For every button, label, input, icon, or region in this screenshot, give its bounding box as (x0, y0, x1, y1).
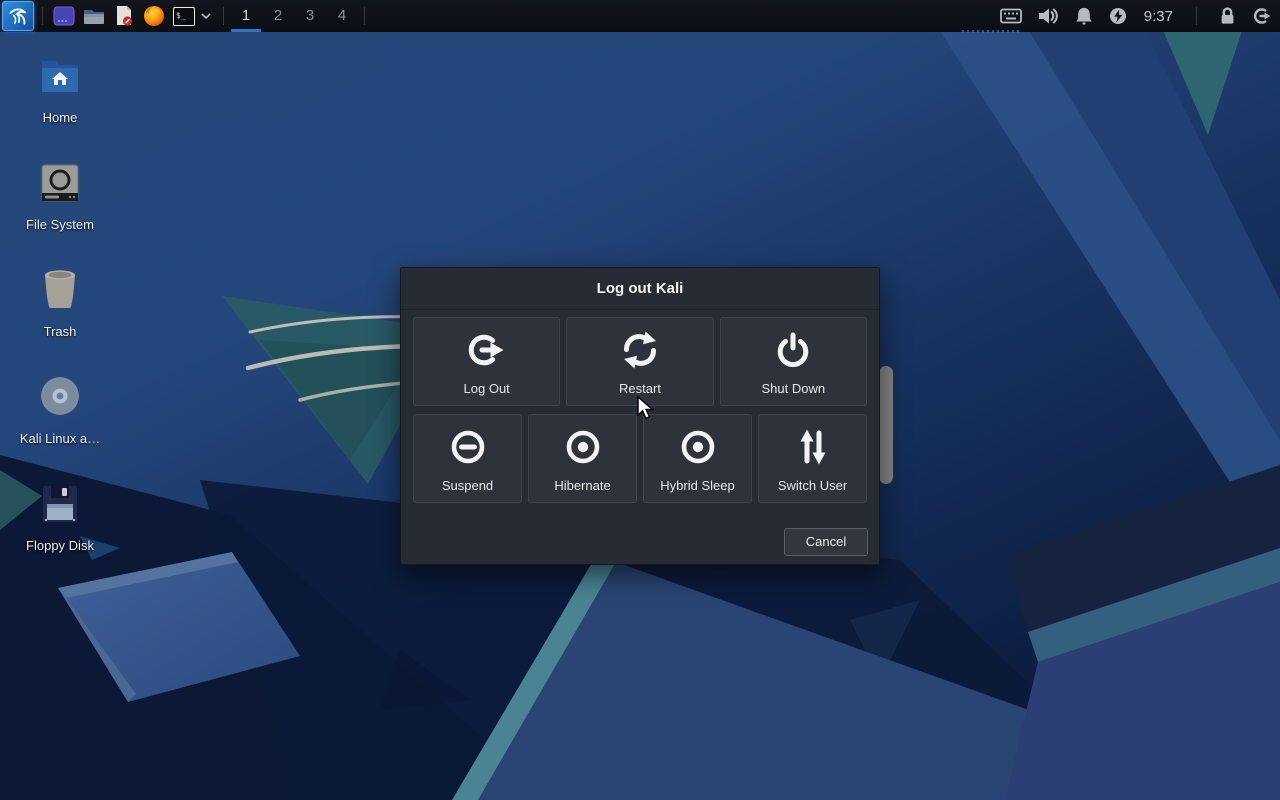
suspend-icon (446, 425, 490, 469)
bell-icon (1074, 6, 1094, 26)
desktop-icon-home[interactable]: Home (6, 52, 114, 125)
volume-button[interactable] (1037, 0, 1059, 32)
notifications-button[interactable] (1074, 0, 1094, 32)
launcher-text-editor-button[interactable] (109, 1, 139, 31)
hybrid-sleep-icon (676, 425, 720, 469)
top-panel: $_ 1 2 3 4 (0, 0, 1280, 32)
hybrid-sleep-button[interactable]: Hybrid Sleep (643, 414, 752, 503)
desktop-icon-label: Kali Linux a… (6, 431, 114, 446)
desktop-icon-floppy[interactable]: Floppy Disk (6, 480, 114, 553)
launcher-file-manager-button[interactable] (79, 1, 109, 31)
document-icon (113, 5, 135, 27)
dialog-actions-row-2: Suspend Hibernate Hybrid Sleep Switch (413, 414, 867, 503)
lock-icon (1218, 6, 1237, 26)
action-label: Hibernate (529, 478, 636, 493)
log-out-button[interactable]: Log Out (413, 317, 560, 406)
switch-user-button[interactable]: Switch User (758, 414, 867, 503)
power-manager-button[interactable] (1109, 0, 1127, 32)
panel-separator (364, 7, 365, 25)
terminal-icon: $_ (173, 7, 195, 26)
shut-down-button[interactable]: Shut Down (720, 317, 867, 406)
action-label: Hybrid Sleep (644, 478, 751, 493)
logout-icon (1252, 6, 1272, 26)
keyboard-icon (1000, 8, 1022, 24)
suspend-button[interactable]: Suspend (413, 414, 522, 503)
desktop-icon-kali-cd[interactable]: Kali Linux a… (6, 373, 114, 446)
action-label: Restart (567, 381, 712, 396)
panel-graph-dots (962, 30, 1020, 33)
restart-button[interactable]: Restart (566, 317, 713, 406)
home-folder-icon (39, 56, 81, 96)
panel-right-group: 9:37 (1000, 0, 1272, 32)
launcher-firefox-button[interactable] (139, 1, 169, 31)
action-label: Shut Down (721, 381, 866, 396)
cancel-button[interactable]: Cancel (784, 528, 868, 556)
volume-icon (1037, 6, 1059, 26)
desktop-icon-label: File System (6, 217, 114, 232)
kali-menu-button[interactable] (2, 1, 34, 31)
desktop-icon-label: Floppy Disk (6, 538, 114, 553)
restart-icon (618, 328, 662, 372)
action-label: Switch User (759, 478, 866, 493)
shut-down-icon (771, 328, 815, 372)
lock-screen-button[interactable] (1218, 0, 1237, 32)
kali-logo-icon (5, 3, 31, 29)
action-label: Suspend (414, 478, 521, 493)
panel-separator (1196, 7, 1197, 25)
launcher-terminal-button[interactable]: $_ (169, 1, 199, 31)
workspace-button-2[interactable]: 2 (262, 0, 294, 32)
background-window-scrollbar[interactable] (879, 366, 893, 484)
terminal-dropdown-button[interactable] (201, 13, 211, 19)
desktop-icon-file-system[interactable]: File System (6, 159, 114, 232)
hibernate-icon (561, 425, 605, 469)
folder-icon (82, 6, 106, 26)
mouse-cursor (637, 396, 657, 422)
chevron-down-icon (201, 13, 211, 19)
panel-separator (42, 7, 43, 25)
cd-icon (39, 375, 81, 417)
trash-icon (41, 268, 79, 310)
firefox-icon (143, 5, 165, 27)
desktop-icon-label: Trash (6, 324, 114, 339)
panel-left-group: $_ 1 2 3 4 (0, 0, 371, 32)
logout-button[interactable] (1252, 0, 1272, 32)
desktop-icon-label: Home (6, 110, 114, 125)
workspace-button-4[interactable]: 4 (326, 0, 358, 32)
log-out-icon (465, 328, 509, 372)
workspace-button-1[interactable]: 1 (230, 0, 262, 32)
floppy-icon (41, 484, 79, 524)
drive-icon (40, 163, 80, 203)
window-icon (53, 6, 75, 26)
launcher-window-button[interactable] (49, 1, 79, 31)
panel-separator (223, 7, 224, 25)
dialog-title: Log out Kali (401, 268, 879, 310)
keyboard-indicator-button[interactable] (1000, 0, 1022, 32)
action-label: Log Out (414, 381, 559, 396)
dialog-actions-row-1: Log Out Restart Shut Down (413, 317, 867, 406)
clock[interactable]: 9:37 (1142, 8, 1175, 25)
desktop-icon-trash[interactable]: Trash (6, 266, 114, 339)
switch-user-icon (791, 425, 835, 469)
hibernate-button[interactable]: Hibernate (528, 414, 637, 503)
workspace-button-3[interactable]: 3 (294, 0, 326, 32)
power-bolt-icon (1109, 7, 1127, 25)
